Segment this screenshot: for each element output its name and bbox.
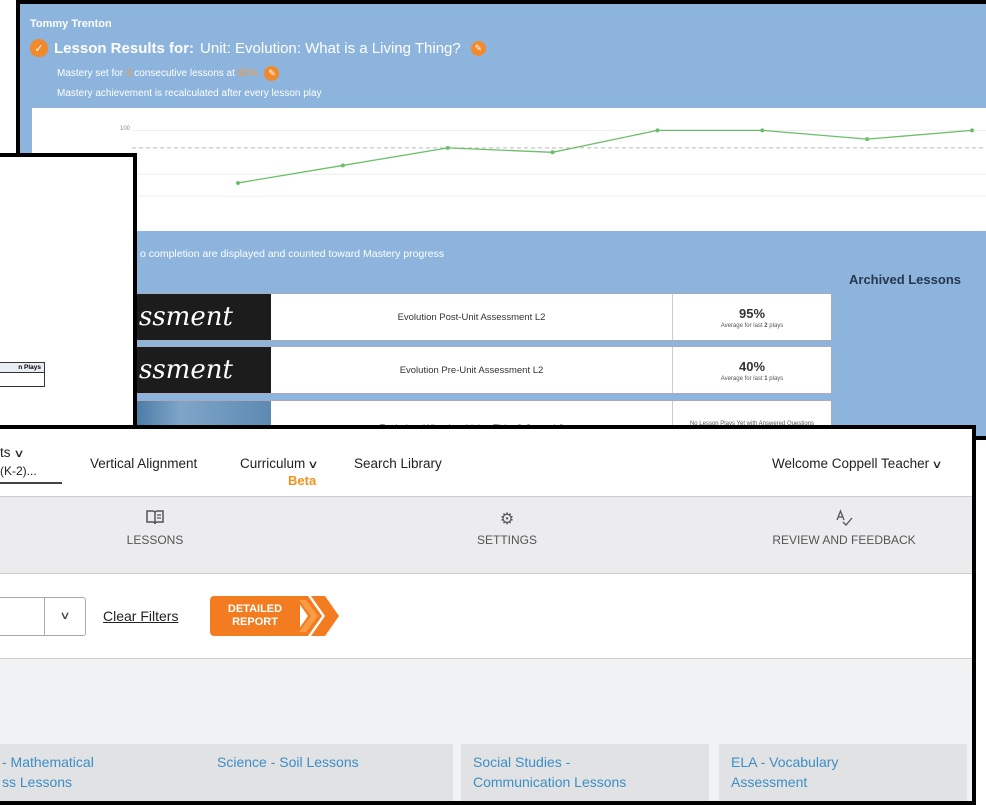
lesson-group-card[interactable]: ELA - Vocabulary Assessment: [719, 744, 967, 801]
lesson-name: Evolution Pre-Unit Assessment L2: [271, 347, 673, 393]
data-point[interactable]: [865, 137, 870, 142]
tab-review-and-feedback[interactable]: REVIEW AND FEEDBACK: [744, 509, 944, 547]
lesson-name: Evolution Post-Unit Assessment L2: [271, 294, 673, 340]
card-title-line2: Assessment: [731, 774, 808, 790]
filter-bar: ∨ Clear Filters DETAILED REPORT: [0, 574, 972, 659]
card-title-line2: Communication Lessons: [473, 774, 627, 790]
tab-settings[interactable]: ⚙ SETTINGS: [407, 509, 607, 547]
chevron-down-icon: ∨: [931, 459, 943, 471]
lesson-average-note: Average for last 1 plays: [721, 376, 784, 382]
avg-prefix: Average for last: [720, 375, 763, 382]
lesson-group-card[interactable]: - Mathematical ss Lessons: [0, 744, 238, 801]
mastery-shield-icon: ✓: [30, 39, 48, 57]
mastery-middle: consecutive lessons at: [134, 68, 235, 80]
lesson-percent: 95%: [738, 305, 766, 321]
gear-icon: ⚙: [499, 511, 515, 528]
book-icon: [55, 509, 255, 533]
teacher-dashboard: ts ∨ (K-2)... Vertical Alignment Curricul…: [0, 425, 976, 805]
chart-svg: 100: [120, 126, 986, 197]
lesson-group-card[interactable]: Social Studies - Communication Lessons: [461, 744, 709, 801]
lesson-score: 40% Average for last 1 plays: [673, 347, 831, 393]
lesson-group-card[interactable]: Science - Soil Lessons: [205, 744, 453, 801]
lesson-results-title: ✓ Lesson Results for: Unit: Evolution: W…: [30, 39, 486, 57]
section-tabs: LESSONS ⚙ SETTINGS REVIEW AND FEEDBACK: [0, 497, 972, 574]
plays-cell: [0, 373, 45, 387]
nav-students-select[interactable]: ts ∨ (K-2)...: [0, 445, 62, 484]
edit-unit-icon[interactable]: ✎: [470, 40, 486, 56]
card-title-line1: ELA - Vocabulary: [731, 754, 839, 770]
avg-count: 1: [764, 375, 768, 382]
spellcheck-icon: [744, 509, 944, 533]
card-title-line2: ss Lessons: [2, 774, 73, 790]
lesson-row[interactable]: ssment Evolution Pre-Unit Assessment L2 …: [120, 346, 832, 394]
detailed-report-label: DETAILED REPORT: [210, 596, 300, 636]
nav-curriculum[interactable]: Curriculum ∨ Beta: [240, 456, 319, 488]
tab-lessons[interactable]: LESSONS: [55, 509, 255, 547]
select-divider: [44, 598, 45, 635]
archived-lessons-heading[interactable]: Archived Lessons: [849, 272, 961, 287]
avg-prefix: Average for last: [720, 322, 763, 329]
welcome-label: Welcome Coppell Teacher: [772, 456, 930, 471]
chevron-down-icon: ∨: [59, 610, 71, 622]
curriculum-label: Curriculum: [240, 456, 306, 471]
detailed-report-line2: REPORT: [232, 616, 278, 628]
detailed-report-button[interactable]: DETAILED REPORT: [210, 596, 340, 636]
avg-suffix: plays: [769, 375, 784, 382]
unit-name: Unit: Evolution: What is a Living Thing?: [200, 39, 461, 57]
series-line: [237, 129, 973, 184]
avg-count: 2: [764, 322, 768, 329]
data-point[interactable]: [655, 128, 660, 133]
mastery-percent: 80%: [237, 68, 258, 80]
lesson-average-note: Average for last 2 plays: [721, 323, 784, 329]
nav-search-library[interactable]: Search Library: [354, 456, 442, 471]
data-point[interactable]: [970, 128, 974, 133]
lesson-score: 95% Average for last 2 plays: [673, 294, 831, 340]
tab-label: LESSONS: [126, 533, 184, 547]
filter-select[interactable]: ∨: [0, 597, 86, 636]
card-title-line1: Science - Soil Lessons: [217, 754, 359, 770]
title-prefix: Lesson Results for:: [54, 39, 195, 57]
double-chevron-right-icon: [294, 596, 339, 636]
recalc-note: Mastery achievement is recalculated afte…: [57, 88, 322, 99]
mastery-setting: Mastery set for 3 consecutive lessons at…: [57, 66, 280, 81]
data-point[interactable]: [760, 128, 765, 133]
nav-vertical-alignment[interactable]: Vertical Alignment: [90, 456, 197, 471]
beta-badge: Beta: [288, 473, 317, 488]
plays-column-header: n Plays: [0, 362, 45, 373]
report-panel: n Plays: [0, 153, 137, 438]
students-sub-label: (K-2)...: [0, 464, 62, 484]
mastery-line-chart: 100: [32, 108, 986, 231]
tab-label: REVIEW AND FEEDBACK: [772, 533, 916, 547]
chevron-down-icon: ∨: [12, 448, 25, 460]
user-menu[interactable]: Welcome Coppell Teacher ∨: [772, 456, 943, 471]
data-point[interactable]: [236, 180, 240, 185]
students-label: ts: [0, 445, 11, 460]
lesson-thumbnail: ssment: [121, 294, 271, 340]
lesson-results-panel: Tommy Trenton ✓ Lesson Results for: Unit…: [16, 0, 986, 440]
lesson-row[interactable]: ssment Evolution Post-Unit Assessment L2…: [120, 293, 832, 341]
chevron-down-icon: ∨: [307, 459, 319, 471]
clear-filters-link[interactable]: Clear Filters: [103, 608, 178, 624]
avg-suffix: plays: [769, 322, 784, 329]
y-tick-label: 100: [120, 126, 131, 132]
lesson-percent: 40%: [738, 358, 766, 374]
detailed-report-line1: DETAILED: [227, 603, 283, 615]
card-title-line1: - Mathematical: [2, 754, 94, 770]
edit-mastery-icon[interactable]: ✎: [264, 66, 280, 81]
data-point[interactable]: [550, 150, 555, 155]
data-point[interactable]: [445, 145, 450, 150]
completion-note: o completion are displayed and counted t…: [140, 248, 445, 260]
tab-label: SETTINGS: [476, 533, 537, 547]
top-navigation: ts ∨ (K-2)... Vertical Alignment Curricul…: [0, 429, 972, 497]
card-title-line1: Social Studies -: [473, 754, 571, 770]
mastery-count: 3: [125, 68, 132, 80]
data-point[interactable]: [340, 163, 345, 168]
student-name: Tommy Trenton: [30, 18, 112, 30]
lesson-thumbnail: ssment: [121, 347, 271, 393]
mastery-prefix: Mastery set for: [57, 68, 124, 80]
